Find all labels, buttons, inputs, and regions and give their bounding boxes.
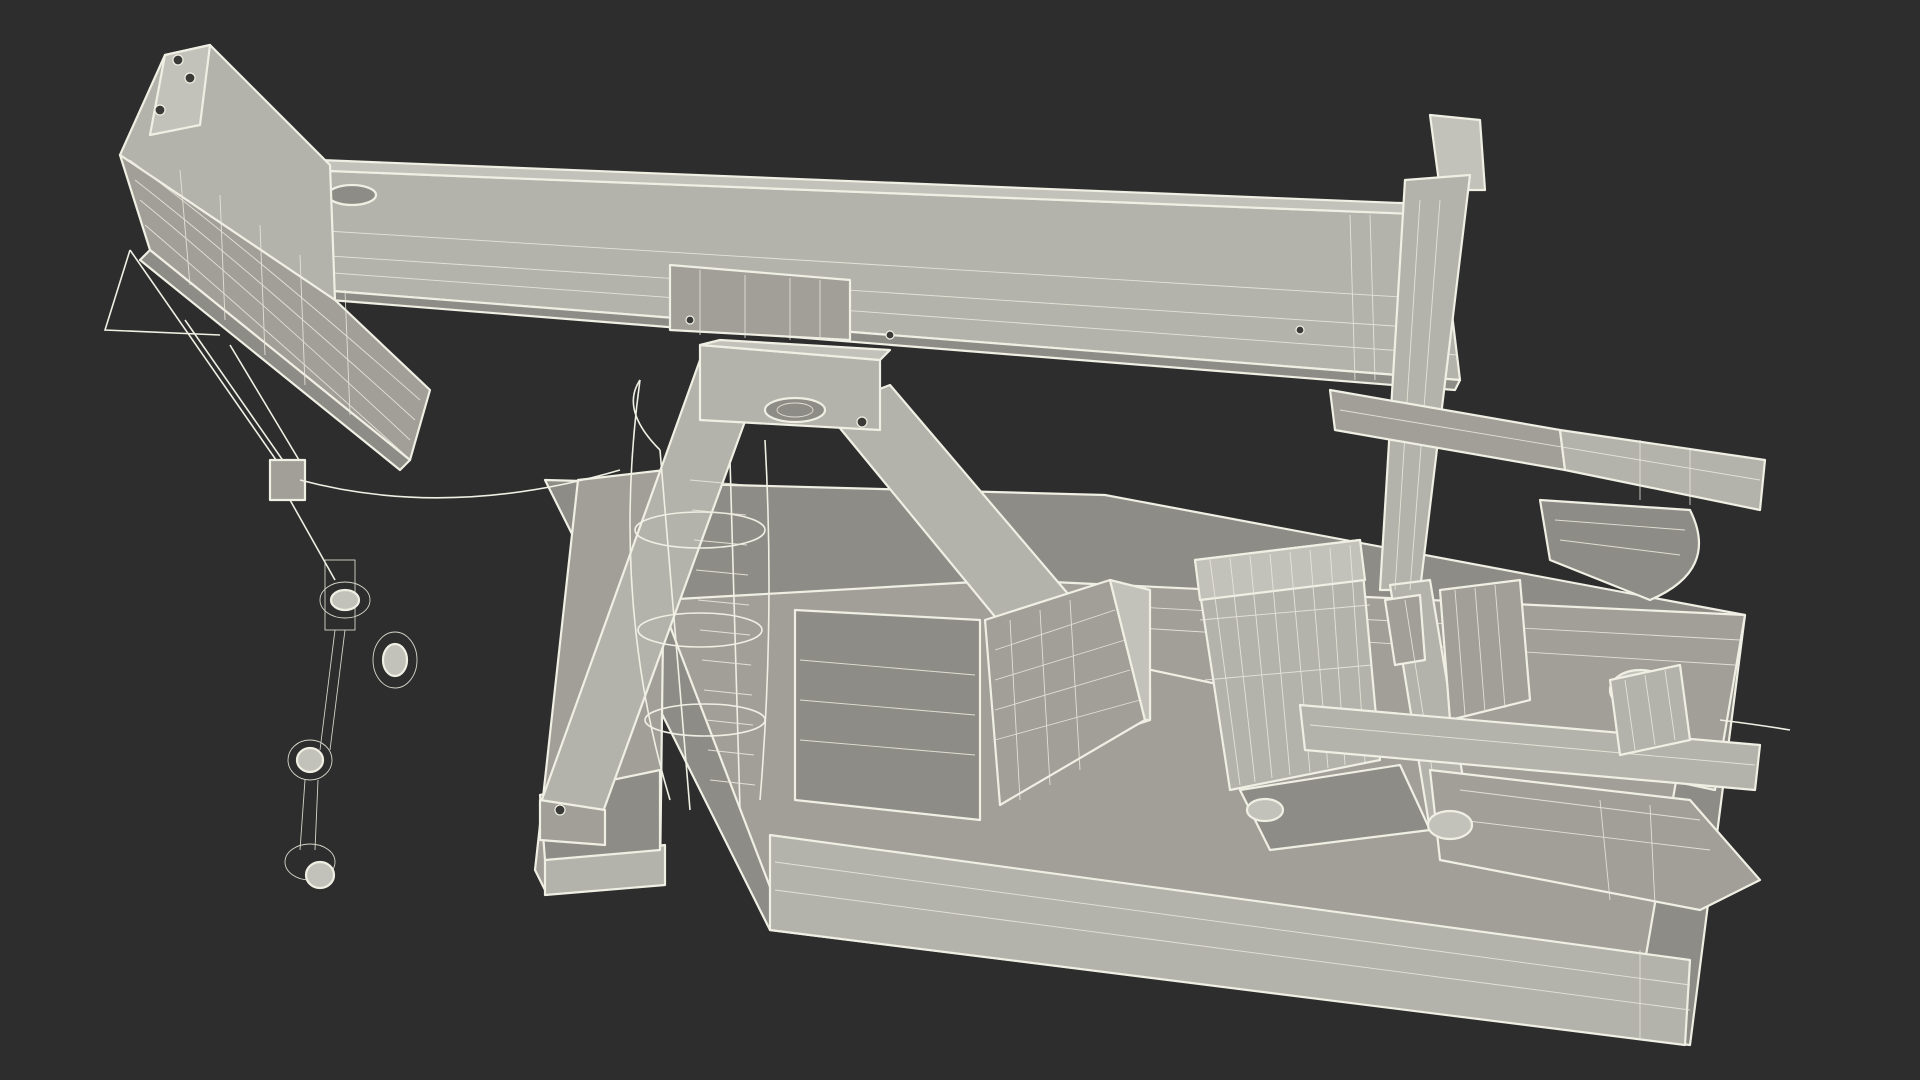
- wellhead-assembly: [268, 458, 418, 890]
- floor-channel: [793, 608, 982, 822]
- pumpjack-wireframe-model: [103, 43, 1791, 1047]
- samson-post-saddle: [698, 338, 892, 432]
- electric-motor: [1608, 663, 1692, 757]
- wireframe-render-viewport: [0, 0, 1920, 1080]
